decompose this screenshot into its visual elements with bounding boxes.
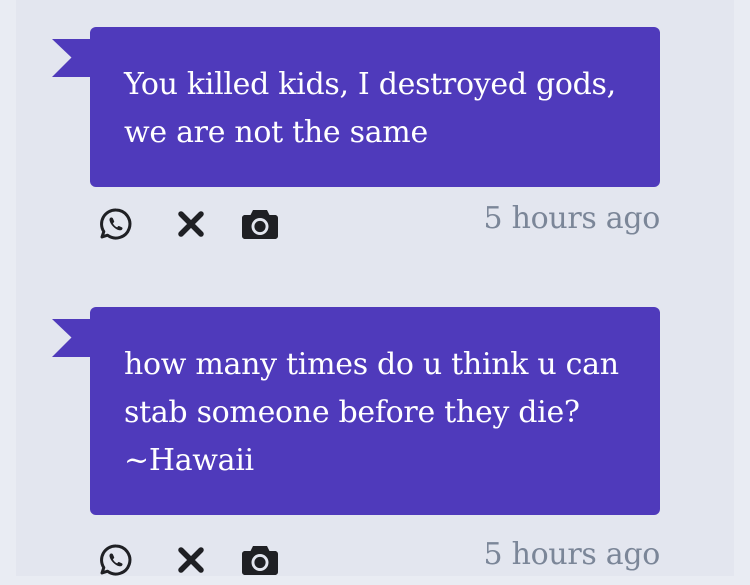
message-text: You killed kids, I destroyed gods, we ar… bbox=[124, 67, 616, 150]
close-icon bbox=[178, 547, 204, 573]
message-card: how many times do u think u can stab som… bbox=[52, 307, 660, 585]
screenshot-button[interactable] bbox=[240, 540, 280, 580]
close-icon bbox=[178, 211, 204, 237]
screenshot-button[interactable] bbox=[240, 204, 280, 244]
delete-button[interactable] bbox=[171, 540, 211, 580]
delete-button[interactable] bbox=[171, 204, 211, 244]
message-actions: 5 hours ago bbox=[90, 187, 660, 257]
camera-icon bbox=[242, 210, 278, 239]
message-timestamp: 5 hours ago bbox=[483, 201, 661, 236]
bubble-tail bbox=[52, 319, 92, 357]
message-actions: 5 hours ago bbox=[90, 515, 660, 585]
message-text: how many times do u think u can stab som… bbox=[124, 347, 619, 478]
share-whatsapp-button[interactable] bbox=[96, 204, 136, 244]
bubble-tail bbox=[52, 39, 92, 77]
message-feed: You killed kids, I destroyed gods, we ar… bbox=[16, 0, 734, 576]
camera-icon bbox=[242, 546, 278, 575]
whatsapp-icon bbox=[100, 208, 132, 240]
message-card: You killed kids, I destroyed gods, we ar… bbox=[52, 27, 660, 257]
message-bubble: You killed kids, I destroyed gods, we ar… bbox=[52, 27, 660, 187]
message-timestamp: 5 hours ago bbox=[483, 537, 661, 572]
whatsapp-icon bbox=[100, 544, 132, 576]
message-bubble: how many times do u think u can stab som… bbox=[52, 307, 660, 515]
share-whatsapp-button[interactable] bbox=[96, 540, 136, 580]
